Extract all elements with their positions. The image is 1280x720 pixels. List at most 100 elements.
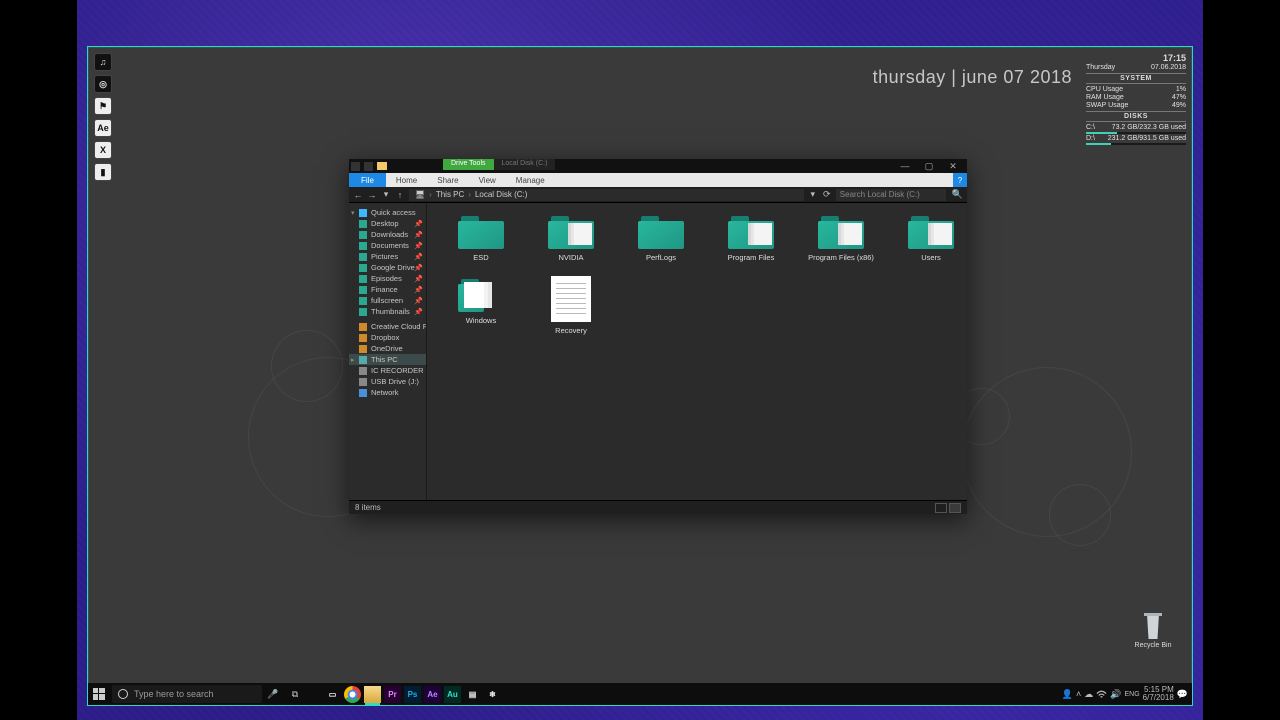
ribbon-help-button[interactable]: ? <box>953 173 967 187</box>
control-menu-icon[interactable] <box>351 162 360 171</box>
nav-recent-button[interactable]: ▾ <box>381 189 391 200</box>
view-details-button[interactable] <box>935 503 947 513</box>
ribbon-tab-share[interactable]: Share <box>427 173 468 187</box>
sidebar-item-label: Desktop <box>371 219 399 228</box>
system-monitor-widget[interactable]: 17:15 Thursday07.06.2018 SYSTEM CPU Usag… <box>1086 53 1186 145</box>
tray-date[interactable]: 6/7/2018 <box>1143 694 1174 702</box>
tray-chevron-icon[interactable]: ˄ <box>1076 689 1081 699</box>
desktop-clock: thursday | june 07 2018 <box>873 67 1072 88</box>
close-button[interactable]: ✕ <box>941 159 965 173</box>
sidebar-item-fullscreen[interactable]: fullscreen📌 <box>349 295 426 306</box>
search-input[interactable]: Search Local Disk (C:) <box>836 189 946 201</box>
maximize-button[interactable]: ▢ <box>917 159 941 173</box>
action-center-icon[interactable]: 💬 <box>1177 689 1188 700</box>
crumb-this-pc[interactable]: This PC <box>436 190 464 199</box>
crumb-dropdown-button[interactable]: ▾ <box>808 189 818 200</box>
volume-icon[interactable]: 🔊 <box>1110 689 1121 700</box>
folder-perflogs[interactable]: PerfLogs <box>621 211 701 264</box>
taskbar-pin-rainmeter[interactable]: ❄ <box>484 686 501 703</box>
taskbar[interactable]: Type here to search 🎤 ⧉ ▭ PrPsAeAu▤❄ 👤 ˄ … <box>88 683 1192 705</box>
sidebar-item-finance[interactable]: Finance📌 <box>349 284 426 295</box>
folder-program-files[interactable]: Program Files <box>711 211 791 264</box>
language-icon[interactable]: ENG <box>1124 691 1139 698</box>
onedrive-icon[interactable]: ☁ <box>1084 689 1093 700</box>
search-placeholder: Type here to search <box>134 689 214 699</box>
cortana-icon <box>118 689 128 699</box>
ribbon-tab-home[interactable]: Home <box>386 173 427 187</box>
pin-icon: 📌 <box>414 308 423 316</box>
pin-icon: 📌 <box>414 253 423 261</box>
folder-windows[interactable]: Windows <box>441 274 521 337</box>
folder-nvidia[interactable]: NVIDIA <box>531 211 611 264</box>
ribbon-tab-manage[interactable]: Manage <box>506 173 555 187</box>
sidebar-item-creative-cloud-files[interactable]: Creative Cloud Files <box>349 321 426 332</box>
desktop-shortcut-library[interactable]: ▮ <box>94 163 112 181</box>
people-icon[interactable]: 👤 <box>1062 689 1073 700</box>
task-view-button[interactable]: ⧉ <box>284 683 306 705</box>
refresh-button[interactable]: ⟳ <box>822 189 832 200</box>
sidebar-item-onedrive[interactable]: OneDrive <box>349 343 426 354</box>
chevron-icon[interactable]: ▸ <box>351 356 355 364</box>
folder-icon <box>359 231 367 239</box>
chevron-icon[interactable]: ▾ <box>351 209 355 217</box>
crumb-drive[interactable]: Local Disk (C:) <box>475 190 527 199</box>
pc-icon: 🖥 <box>415 190 425 199</box>
sidebar-item-quick-access[interactable]: ▾Quick access <box>349 207 426 218</box>
taskbar-pin-explorer[interactable] <box>364 686 381 703</box>
sidebar-item-downloads[interactable]: Downloads📌 <box>349 229 426 240</box>
view-icons-button[interactable] <box>949 503 961 513</box>
sidebar-item-usb-drive-j-[interactable]: USB Drive (J:) <box>349 376 426 387</box>
taskbar-pin-task-view[interactable]: ▭ <box>324 686 341 703</box>
mic-button[interactable]: 🎤 <box>262 683 284 705</box>
nav-forward-button[interactable]: → <box>367 190 377 200</box>
qat-icon[interactable] <box>364 162 373 171</box>
taskbar-pin-after-effects[interactable]: Ae <box>424 686 441 703</box>
sidebar-item-ic-recorder-m-[interactable]: IC RECORDER (M:) <box>349 365 426 376</box>
window-titlebar[interactable]: Drive Tools Local Disk (C:) — ▢ ✕ <box>349 159 967 173</box>
sidebar-item-documents[interactable]: Documents📌 <box>349 240 426 251</box>
desktop-shortcut-chrome-canary[interactable]: ◎ <box>94 75 112 93</box>
explorer-content[interactable]: ESDNVIDIAPerfLogsProgram FilesProgram Fi… <box>427 203 967 500</box>
sidebar-item-network[interactable]: Network <box>349 387 426 398</box>
pin-icon: 📌 <box>414 231 423 239</box>
taskbar-pin-audition[interactable]: Au <box>444 686 461 703</box>
explorer-sidebar[interactable]: ▾Quick accessDesktop📌Downloads📌Documents… <box>349 203 427 500</box>
taskbar-pin-chrome[interactable] <box>344 686 361 703</box>
contextual-tab-drive-tools[interactable]: Drive Tools <box>443 159 494 170</box>
sidebar-item-this-pc[interactable]: ▸This PC <box>349 354 426 365</box>
folder-users[interactable]: Users <box>891 211 967 264</box>
file-recovery[interactable]: Recovery <box>531 274 611 337</box>
recycle-bin[interactable]: Recycle Bin <box>1128 613 1178 649</box>
taskbar-pin-notes[interactable]: ▤ <box>464 686 481 703</box>
sidebar-item-label: IC RECORDER (M:) <box>371 366 427 375</box>
sidebar-item-thumbnails[interactable]: Thumbnails📌 <box>349 306 426 317</box>
nav-up-button[interactable]: ↑ <box>395 190 405 200</box>
minimize-button[interactable]: — <box>893 159 917 173</box>
sidebar-item-label: Finance <box>371 285 398 294</box>
file-explorer-window[interactable]: Drive Tools Local Disk (C:) — ▢ ✕ File H… <box>349 159 967 514</box>
sidebar-item-google-drive[interactable]: Google Drive📌 <box>349 262 426 273</box>
taskbar-pin-photoshop[interactable]: Ps <box>404 686 421 703</box>
nav-back-button[interactable]: ← <box>353 190 363 200</box>
folder-program-files-x86-[interactable]: Program Files (x86) <box>801 211 881 264</box>
desktop-shortcut-itunes[interactable]: ♫ <box>94 53 112 71</box>
desktop-shortcut-after-effects[interactable]: Ae <box>94 119 112 137</box>
ribbon-tab-view[interactable]: View <box>469 173 506 187</box>
taskbar-pin-premiere[interactable]: Pr <box>384 686 401 703</box>
start-button[interactable] <box>88 683 110 705</box>
taskbar-search[interactable]: Type here to search <box>112 685 262 703</box>
sidebar-item-desktop[interactable]: Desktop📌 <box>349 218 426 229</box>
sidebar-item-dropbox[interactable]: Dropbox <box>349 332 426 343</box>
ribbon-file[interactable]: File <box>349 173 386 187</box>
folder-icon <box>359 220 367 228</box>
desktop-shortcut-discord[interactable]: ⚑ <box>94 97 112 115</box>
desktop-shortcut-excel[interactable]: X <box>94 141 112 159</box>
sidebar-item-episodes[interactable]: Episodes📌 <box>349 273 426 284</box>
system-tray[interactable]: 👤 ˄ ☁ 🔊 ENG 5:15 PM 6/7/2018 💬 <box>1062 686 1192 702</box>
folder-icon <box>377 162 387 170</box>
wifi-icon[interactable] <box>1096 689 1107 700</box>
desktop[interactable]: thursday | june 07 2018 17:15 Thursday07… <box>87 46 1193 706</box>
folder-esd[interactable]: ESD <box>441 211 521 264</box>
sidebar-item-pictures[interactable]: Pictures📌 <box>349 251 426 262</box>
breadcrumb[interactable]: 🖥› This PC› Local Disk (C:) <box>409 189 804 201</box>
